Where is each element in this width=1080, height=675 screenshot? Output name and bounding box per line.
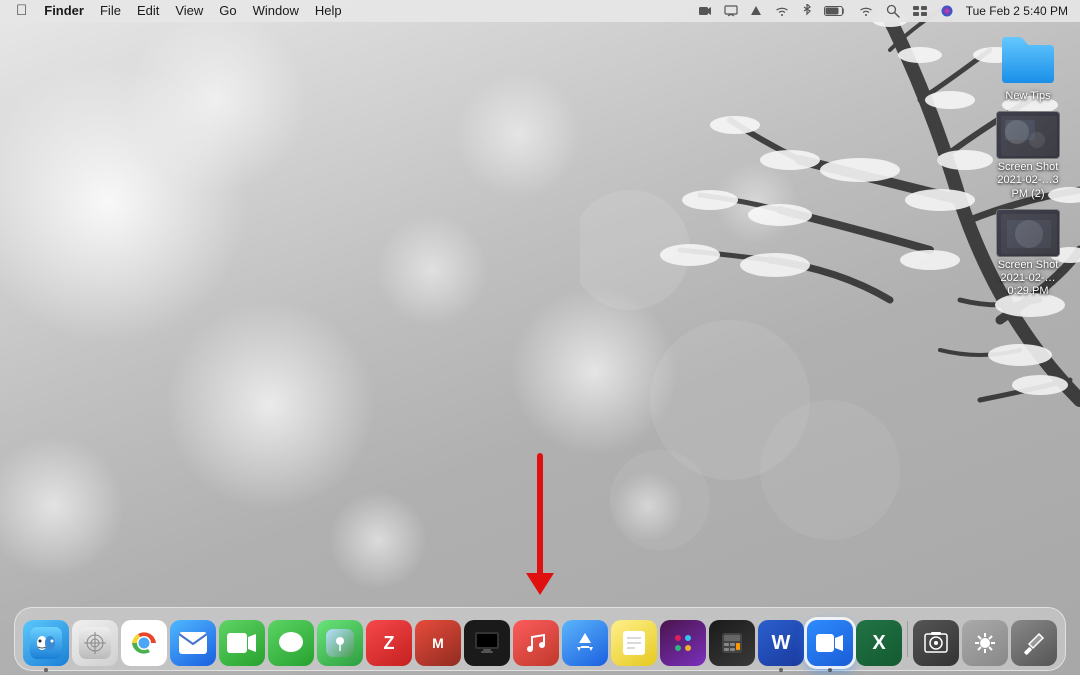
desktop-icons-area: New Tips Screen Shot2021-02-…3 PM (2) xyxy=(992,32,1064,298)
dock-excel[interactable]: X xyxy=(856,620,902,666)
siri-icon[interactable] xyxy=(936,4,958,18)
word-label: W xyxy=(772,633,791,653)
arrow-icon[interactable] xyxy=(746,5,766,17)
arrow-head xyxy=(526,573,554,595)
dock-mail[interactable] xyxy=(170,620,216,666)
desktop-icon-new-tips[interactable]: New Tips xyxy=(992,32,1064,103)
dock-multipass[interactable]: M xyxy=(415,620,461,666)
dock-calculator[interactable] xyxy=(709,620,755,666)
menubar-edit[interactable]: Edit xyxy=(130,0,166,22)
word-running-dot xyxy=(779,668,783,672)
menubar-view[interactable]: View xyxy=(168,0,210,22)
dock-zoom[interactable] xyxy=(807,620,853,666)
desktop-icon-screenshot2[interactable]: Screen Shot2021-02-…0:29 PM xyxy=(992,209,1064,299)
dock-appstore[interactable] xyxy=(562,620,608,666)
cast-icon[interactable] xyxy=(720,5,742,17)
dock-launchpad[interactable] xyxy=(72,620,118,666)
desktop:  Finder File Edit View Go Window Help xyxy=(0,0,1080,675)
folder-icon-img xyxy=(1000,32,1056,88)
dock-zed[interactable]: Z xyxy=(366,620,412,666)
dock-notes[interactable] xyxy=(611,620,657,666)
search-icon[interactable] xyxy=(882,4,904,18)
dock: Z M xyxy=(14,607,1066,671)
menubar-file[interactable]: File xyxy=(93,0,128,22)
battery-icon[interactable] xyxy=(820,5,850,17)
bluetooth-icon[interactable] xyxy=(798,4,816,18)
wifi2-icon[interactable] xyxy=(854,5,878,17)
dock-messages[interactable] xyxy=(268,620,314,666)
menubar:  Finder File Edit View Go Window Help xyxy=(0,0,1080,22)
dock-system-prefs[interactable] xyxy=(962,620,1008,666)
dock-facetime[interactable] xyxy=(219,620,265,666)
dock-word[interactable]: W xyxy=(758,620,804,666)
screenshot2-label: Screen Shot2021-02-…0:29 PM xyxy=(992,259,1064,299)
control-center-icon[interactable] xyxy=(908,5,932,17)
arrow-shaft xyxy=(537,453,543,573)
dock-tools[interactable] xyxy=(1011,620,1057,666)
zoom-running-dot xyxy=(828,668,832,672)
apple-menu[interactable]:  xyxy=(8,1,35,21)
menubar-right: Tue Feb 2 5:40 PM xyxy=(694,4,1072,18)
menubar-help[interactable]: Help xyxy=(308,0,349,22)
excel-label: X xyxy=(872,633,885,653)
wifi-icon[interactable] xyxy=(770,5,794,17)
meet-icon[interactable] xyxy=(694,4,716,18)
screenshot-thumb-1 xyxy=(996,111,1060,159)
dock-maps[interactable] xyxy=(317,620,363,666)
folder-label: New Tips xyxy=(1005,90,1050,103)
dock-screenshot[interactable] xyxy=(913,620,959,666)
dock-tv[interactable] xyxy=(464,620,510,666)
desktop-icon-screenshot1[interactable]: Screen Shot2021-02-…3 PM (2) xyxy=(992,111,1064,201)
menubar-left:  Finder File Edit View Go Window Help xyxy=(8,0,694,22)
menubar-window[interactable]: Window xyxy=(246,0,306,22)
menubar-app-name[interactable]: Finder xyxy=(37,0,91,22)
screenshot-thumb-2 xyxy=(996,209,1060,257)
dock-music[interactable] xyxy=(513,620,559,666)
multipass-label: M xyxy=(432,636,444,650)
menubar-datetime[interactable]: Tue Feb 2 5:40 PM xyxy=(962,4,1072,18)
dock-chrome[interactable] xyxy=(121,620,167,666)
zed-label: Z xyxy=(384,634,395,652)
dock-separator xyxy=(907,621,908,657)
menubar-go[interactable]: Go xyxy=(212,0,243,22)
finder-running-dot xyxy=(44,668,48,672)
dock-slack[interactable] xyxy=(660,620,706,666)
red-arrow-indicator xyxy=(526,453,554,595)
dock-finder[interactable] xyxy=(23,620,69,666)
screenshot1-label: Screen Shot2021-02-…3 PM (2) xyxy=(992,161,1064,201)
